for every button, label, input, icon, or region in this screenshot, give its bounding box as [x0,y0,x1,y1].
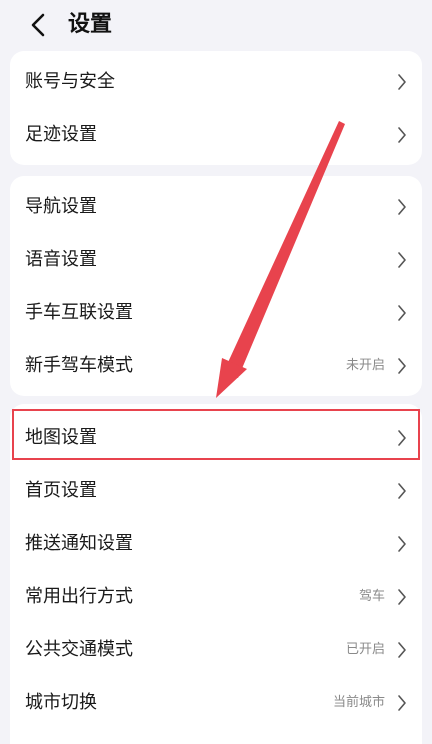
chevron-right-icon [396,73,408,91]
settings-row-push-notifications[interactable]: 推送通知设置 [10,517,422,570]
settings-row-novice-driving-mode[interactable]: 新手驾车模式 未开启 [10,339,422,392]
chevron-right-icon [396,304,408,322]
row-label: 手车互联设置 [25,301,133,323]
row-label: 常用出行方式 [25,585,133,607]
settings-row-voice[interactable]: 语音设置 [10,233,422,286]
chevron-right-icon [396,482,408,500]
row-value: 当前城市 [332,694,385,710]
row-label: 新手驾车模式 [25,354,133,376]
settings-row-travel-mode[interactable]: 常用出行方式 驾车 [10,570,422,623]
chevron-right-icon [396,251,408,269]
back-button[interactable] [22,8,54,42]
settings-group-account: 账号与安全 足迹设置 [10,51,422,165]
settings-group-navigation: 导航设置 语音设置 手车互联设置 新手驾车模式 未开启 [10,176,422,396]
row-label: 推送通知设置 [25,532,133,554]
row-label: 公共交通模式 [25,638,133,660]
settings-row-navigation[interactable]: 导航设置 [10,180,422,233]
settings-row-homepage[interactable]: 首页设置 [10,464,422,517]
page-title: 设置 [68,12,113,37]
chevron-right-icon [396,535,408,553]
chevron-right-icon [396,588,408,606]
chevron-right-icon [396,357,408,375]
chevron-right-icon [396,198,408,216]
settings-row-phone-car-link[interactable]: 手车互联设置 [10,286,422,339]
settings-row-city-switch[interactable]: 城市切换 当前城市 [10,676,422,729]
settings-row-public-transit-mode[interactable]: 公共交通模式 已开启 [10,623,422,676]
chevron-right-icon [396,641,408,659]
row-label: 账号与安全 [25,70,115,92]
row-label: 足迹设置 [25,123,97,145]
chevron-left-icon [31,13,45,37]
annotation-highlight-box [12,409,420,460]
settings-row-account-security[interactable]: 账号与安全 [10,55,422,108]
header: 设置 [0,0,432,50]
row-value: 未开启 [345,357,385,373]
chevron-right-icon [396,126,408,144]
row-value: 驾车 [358,588,385,604]
row-label: 城市切换 [25,691,97,713]
row-label: 语音设置 [25,248,97,270]
row-label: 首页设置 [25,479,97,501]
chevron-right-icon [396,694,408,712]
row-value: 已开启 [345,641,385,657]
row-label: 导航设置 [25,195,97,217]
settings-row-footprint[interactable]: 足迹设置 [10,108,422,161]
